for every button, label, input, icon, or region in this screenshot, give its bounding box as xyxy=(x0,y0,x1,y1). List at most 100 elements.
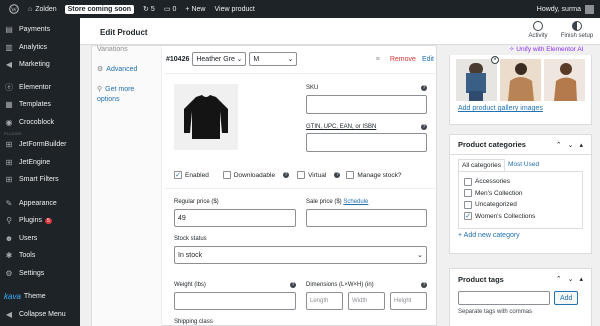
height-input[interactable]: Height xyxy=(390,292,427,310)
add-tag-button[interactable]: Add xyxy=(554,291,579,305)
collapse-arrow-icon[interactable]: ▴ xyxy=(579,275,583,283)
advanced-icon: ⚙ xyxy=(97,66,104,73)
tab-all-categories[interactable]: All categories xyxy=(458,159,506,171)
sidebar-item-settings[interactable]: ⚙ Settings xyxy=(0,265,80,283)
checkbox-box xyxy=(464,200,472,209)
variation-color-select[interactable]: Heather Gre ⌄ xyxy=(192,52,247,66)
finish-setup-button[interactable]: Finish setup xyxy=(557,21,597,39)
regular-price-input[interactable]: 49 xyxy=(174,209,296,227)
site-name-link[interactable]: ⌂ Zolden xyxy=(28,0,57,18)
sidebar-item-crocoblock[interactable]: ◉ Crocoblock xyxy=(0,114,80,132)
sidebar-item-analytics[interactable]: ▥ Analytics xyxy=(0,39,80,57)
sale-price-text: Sale price ($) xyxy=(306,199,342,205)
marketing-icon: ◀ xyxy=(5,60,13,70)
help-icon[interactable]: ? xyxy=(421,124,427,130)
jetformbuilder-icon: ⊞ xyxy=(5,140,13,150)
chevron-down-icon[interactable]: ⌄ xyxy=(568,275,574,283)
schedule-link[interactable]: Schedule xyxy=(343,199,368,205)
avatar xyxy=(585,4,594,14)
remove-variation-link[interactable]: Remove xyxy=(390,56,416,63)
comments-link[interactable]: ▭ 0 xyxy=(164,0,177,18)
tab-get-more-options[interactable]: ⚲ Get more options xyxy=(92,81,161,109)
elementor-ai-link[interactable]: ✧ Unify with Elementor AI xyxy=(509,45,583,53)
chevron-up-icon[interactable]: ⌃ xyxy=(556,141,562,149)
product-data-tabs: Variations ⚙ Advanced ⚲ Get more options xyxy=(92,46,162,326)
variation-size-select[interactable]: M ⌄ xyxy=(249,52,298,66)
sidebar-item-elementor[interactable]: ⓔ Elementor xyxy=(0,79,80,97)
help-icon[interactable]: ? xyxy=(421,282,427,288)
category-item[interactable]: Men's Collection xyxy=(464,188,577,200)
new-content-link[interactable]: + New xyxy=(185,0,205,18)
sweater-image xyxy=(184,95,228,139)
tab-advanced[interactable]: ⚙ Advanced xyxy=(92,61,161,77)
weight-input[interactable] xyxy=(174,292,296,310)
tag-input[interactable] xyxy=(458,291,550,305)
checkbox-box xyxy=(222,171,231,179)
jetengine-icon: ⊞ xyxy=(5,157,13,167)
sidebar-item-jetformbuilder[interactable]: ⊞ JetFormBuilder xyxy=(0,136,80,154)
selected-color: Heather Gre xyxy=(196,55,235,63)
add-gallery-images-link[interactable]: Add product gallery images xyxy=(458,105,543,112)
help-icon[interactable]: ? xyxy=(290,282,296,288)
sidebar-item-templates[interactable]: ▦ Templates xyxy=(0,96,80,114)
settings-icon: ⚙ xyxy=(5,268,13,278)
collapse-menu-button[interactable]: ◀ Collapse Menu xyxy=(0,306,80,324)
gtin-input[interactable] xyxy=(306,133,427,152)
gallery-image[interactable]: × xyxy=(456,56,499,101)
chevron-up-icon[interactable]: ⌃ xyxy=(556,275,562,283)
stock-status-select[interactable]: In stock ⌄ xyxy=(174,246,427,264)
my-account-menu[interactable]: Howdy, surma xyxy=(537,4,594,14)
sku-input[interactable] xyxy=(306,95,427,114)
sidebar-item-plugins[interactable]: ⚲ Plugins 5 xyxy=(0,212,80,230)
variation-image[interactable] xyxy=(174,84,238,150)
category-tabs: All categories Most Used xyxy=(450,155,591,171)
drag-handle-icon[interactable]: ≡ xyxy=(376,56,380,63)
updates-link[interactable]: ↻ 5 xyxy=(143,0,155,18)
downloadable-checkbox[interactable]: Downloadable xyxy=(222,171,275,179)
sidebar-item-smart-filters[interactable]: ⊞ Smart Filters xyxy=(0,171,80,189)
help-icon[interactable]: ? xyxy=(283,172,290,178)
edit-variation-link[interactable]: Edit xyxy=(422,56,434,63)
remove-image-icon[interactable]: × xyxy=(491,56,499,64)
enabled-checkbox[interactable]: ✓ Enabled xyxy=(174,171,209,179)
tab-most-used[interactable]: Most Used xyxy=(505,159,543,171)
virtual-checkbox[interactable]: Virtual xyxy=(297,171,326,179)
length-input[interactable]: Length xyxy=(306,292,343,310)
add-new-category-link[interactable]: + Add new category xyxy=(458,232,520,239)
view-product-link[interactable]: View product xyxy=(214,0,254,18)
chevron-down-icon[interactable]: ⌄ xyxy=(568,141,574,149)
manage-stock-checkbox[interactable]: Manage stock? xyxy=(346,171,401,179)
sidebar-item-theme[interactable]: kava Theme xyxy=(0,288,80,306)
activity-button[interactable]: Activity xyxy=(523,21,553,39)
tags-title: Product tags xyxy=(458,274,504,284)
help-icon[interactable]: ? xyxy=(334,172,341,178)
sidebar-item-appearance[interactable]: ✎ Appearance xyxy=(0,195,80,213)
activity-label: Activity xyxy=(528,33,548,39)
weight-label: Weight (lbs) xyxy=(174,282,206,288)
sidebar-item-jetengine[interactable]: ⊞ JetEngine xyxy=(0,154,80,172)
category-item[interactable]: ✓ Women's Collections xyxy=(464,211,577,223)
sidebar-item-payments[interactable]: ▤ Payments xyxy=(0,21,80,39)
plugins-icon: ⚲ xyxy=(6,216,12,226)
category-item[interactable]: Uncategorized xyxy=(464,199,577,211)
width-input[interactable]: Width xyxy=(348,292,385,310)
sale-price-input[interactable] xyxy=(306,209,427,227)
store-coming-soon-badge[interactable]: Store coming soon xyxy=(64,4,135,14)
tab-variations[interactable]: Variations xyxy=(92,46,161,56)
gallery-image[interactable] xyxy=(500,59,541,101)
checkbox-box xyxy=(346,171,355,179)
regular-price-label: Regular price ($) xyxy=(174,199,219,205)
sidebar-item-marketing[interactable]: ◀ Marketing xyxy=(0,56,80,74)
category-item[interactable]: Accessories xyxy=(464,176,577,188)
sidebar-item-label: Smart Filters xyxy=(19,176,59,184)
gallery-image[interactable] xyxy=(544,59,585,101)
wordpress-logo-icon[interactable]: W xyxy=(9,0,19,18)
sidebar-item-users[interactable]: ☻ Users xyxy=(0,230,80,248)
tab-label: Get more options xyxy=(97,86,135,103)
appearance-icon: ✎ xyxy=(5,198,13,208)
sidebar-item-tools[interactable]: ✱ Tools xyxy=(0,247,80,265)
comments-icon: ▭ xyxy=(163,6,171,13)
width-placeholder: Width xyxy=(352,298,368,304)
collapse-arrow-icon[interactable]: ▴ xyxy=(579,141,583,149)
help-icon[interactable]: ? xyxy=(421,85,427,91)
